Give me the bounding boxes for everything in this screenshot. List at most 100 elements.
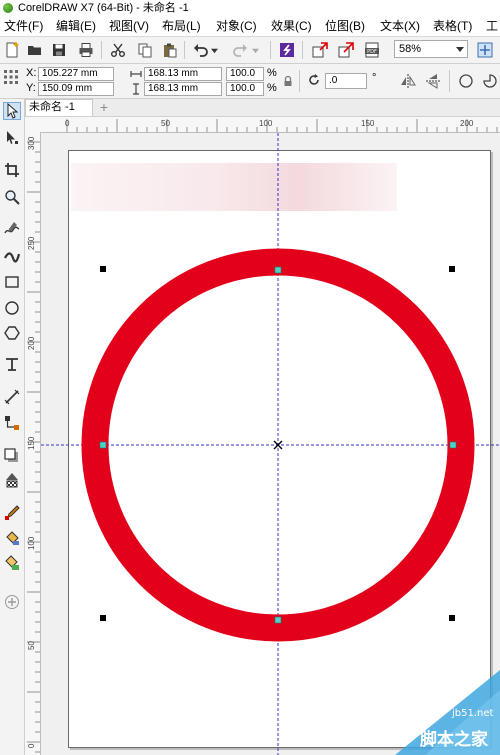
ruler-tick-label: 200 (460, 119, 474, 128)
undo-button[interactable] (191, 40, 211, 60)
chevron-down-icon (210, 48, 218, 53)
menu-layout[interactable]: 布局(L) (162, 16, 201, 36)
redo-dropdown[interactable] (250, 40, 260, 60)
selection-handle-bottom-right[interactable] (449, 615, 455, 621)
export-button[interactable] (336, 40, 356, 60)
object-height-field[interactable]: 168.13 mm (144, 82, 222, 96)
node-top[interactable] (274, 266, 282, 274)
selection-handle-top-right[interactable] (449, 266, 455, 272)
transparency-icon (6, 473, 18, 488)
chevron-down-icon (456, 47, 464, 52)
new-document-icon (6, 42, 19, 58)
undo-dropdown[interactable] (209, 40, 219, 60)
connector-icon (5, 416, 19, 430)
standard-toolbar: PDF 58% (0, 37, 500, 64)
menu-view[interactable]: 视图(V) (109, 16, 149, 36)
add-tab-button[interactable]: + (95, 99, 113, 116)
object-origin-icon[interactable] (3, 69, 19, 85)
drop-shadow-tool[interactable] (3, 447, 21, 465)
height-icon (130, 83, 142, 95)
ruler-tick-label: 0 (27, 743, 36, 748)
shape-tool[interactable] (3, 129, 21, 147)
copy-icon (138, 43, 152, 58)
pie-mode-button[interactable] (480, 71, 500, 91)
connector-tool[interactable] (3, 414, 21, 432)
toolbar-separator (302, 41, 303, 59)
export-icon (338, 42, 354, 58)
menu-table[interactable]: 表格(T) (433, 16, 472, 36)
menu-effects[interactable]: 效果(C) (271, 16, 312, 36)
shape-edit-icon (7, 131, 18, 144)
zoom-tool[interactable] (3, 188, 21, 206)
selection-handle-top-left[interactable] (100, 266, 106, 272)
redo-button[interactable] (230, 40, 250, 60)
rotation-angle-field[interactable]: .0 (325, 73, 367, 89)
mirror-horizontal-button[interactable] (398, 71, 418, 91)
mirror-horizontal-icon (401, 74, 416, 88)
new-document-button[interactable] (2, 40, 22, 60)
canvas-overlay (41, 133, 500, 755)
interactive-fill-tool[interactable] (3, 529, 21, 547)
window-title: CorelDRAW X7 (64-Bit) - 未命名 -1 (18, 2, 189, 14)
menu-tools[interactable]: 工 (486, 16, 498, 36)
rectangle-tool[interactable] (3, 273, 21, 291)
center-marker-icon[interactable] (273, 440, 283, 450)
mirror-vertical-button[interactable] (423, 71, 443, 91)
node-right[interactable] (449, 441, 457, 449)
menu-object[interactable]: 对象(C) (216, 16, 257, 36)
freehand-icon (4, 222, 20, 234)
zoom-level-select[interactable]: 58% (394, 40, 468, 58)
pie-icon (483, 74, 497, 88)
ellipse-icon (5, 301, 19, 315)
menu-file[interactable]: 文件(F) (4, 16, 43, 36)
cut-button[interactable] (108, 40, 128, 60)
print-button[interactable] (76, 40, 96, 60)
drawing-workspace[interactable] (41, 133, 500, 755)
object-width-field[interactable]: 168.13 mm (144, 67, 222, 81)
y-position-field[interactable]: 150.09 mm (38, 82, 114, 96)
vertical-ruler[interactable]: 300 250 200 150 100 50 0 (25, 132, 41, 755)
node-left[interactable] (99, 441, 107, 449)
selection-handle-bottom-left[interactable] (100, 615, 106, 621)
document-tab[interactable]: 未命名 -1 (25, 99, 93, 116)
menu-bitmaps[interactable]: 位图(B) (325, 16, 365, 36)
ellipse-tool[interactable] (3, 299, 21, 317)
scale-y-percent: % (267, 82, 277, 94)
scale-y-field[interactable]: 100.0 (226, 82, 264, 96)
open-button[interactable] (25, 40, 45, 60)
x-position-field[interactable]: 105.227 mm (38, 67, 114, 81)
artistic-media-tool[interactable] (3, 247, 21, 265)
ellipse-mode-button[interactable] (456, 71, 476, 91)
chevron-down-icon (251, 48, 259, 53)
watermark-site: jb51.net (452, 708, 494, 719)
scale-x-field[interactable]: 100.0 (226, 67, 264, 81)
menu-edit[interactable]: 编辑(E) (56, 16, 96, 36)
parallel-dimension-tool[interactable] (3, 388, 21, 406)
import-button[interactable] (310, 40, 330, 60)
crop-tool[interactable] (3, 161, 21, 179)
smart-fill-tool[interactable] (3, 554, 21, 572)
menu-text[interactable]: 文本(X) (380, 16, 420, 36)
toolbar-separator (184, 41, 185, 59)
add-tool-button[interactable] (3, 593, 21, 611)
node-bottom[interactable] (274, 616, 282, 624)
drop-shadow-icon (4, 448, 18, 462)
transparency-tool[interactable] (3, 471, 21, 489)
horizontal-ruler[interactable]: 0 50 100 150 200 (25, 117, 500, 133)
full-screen-preview-button[interactable] (475, 40, 495, 60)
paste-button[interactable] (160, 40, 180, 60)
smart-fill-icon (5, 555, 19, 570)
search-content-button[interactable] (277, 40, 297, 60)
pick-tool[interactable] (3, 102, 21, 120)
text-tool[interactable] (3, 355, 21, 373)
publish-pdf-button[interactable]: PDF (362, 40, 382, 60)
ellipse-icon (459, 74, 473, 88)
width-icon (130, 68, 142, 80)
save-button[interactable] (49, 40, 69, 60)
eyedropper-icon (5, 505, 20, 520)
lock-ratio-icon[interactable] (283, 75, 293, 87)
color-eyedropper-tool[interactable] (3, 504, 21, 522)
copy-button[interactable] (135, 40, 155, 60)
polygon-tool[interactable] (3, 324, 21, 342)
freehand-tool[interactable] (3, 220, 21, 238)
